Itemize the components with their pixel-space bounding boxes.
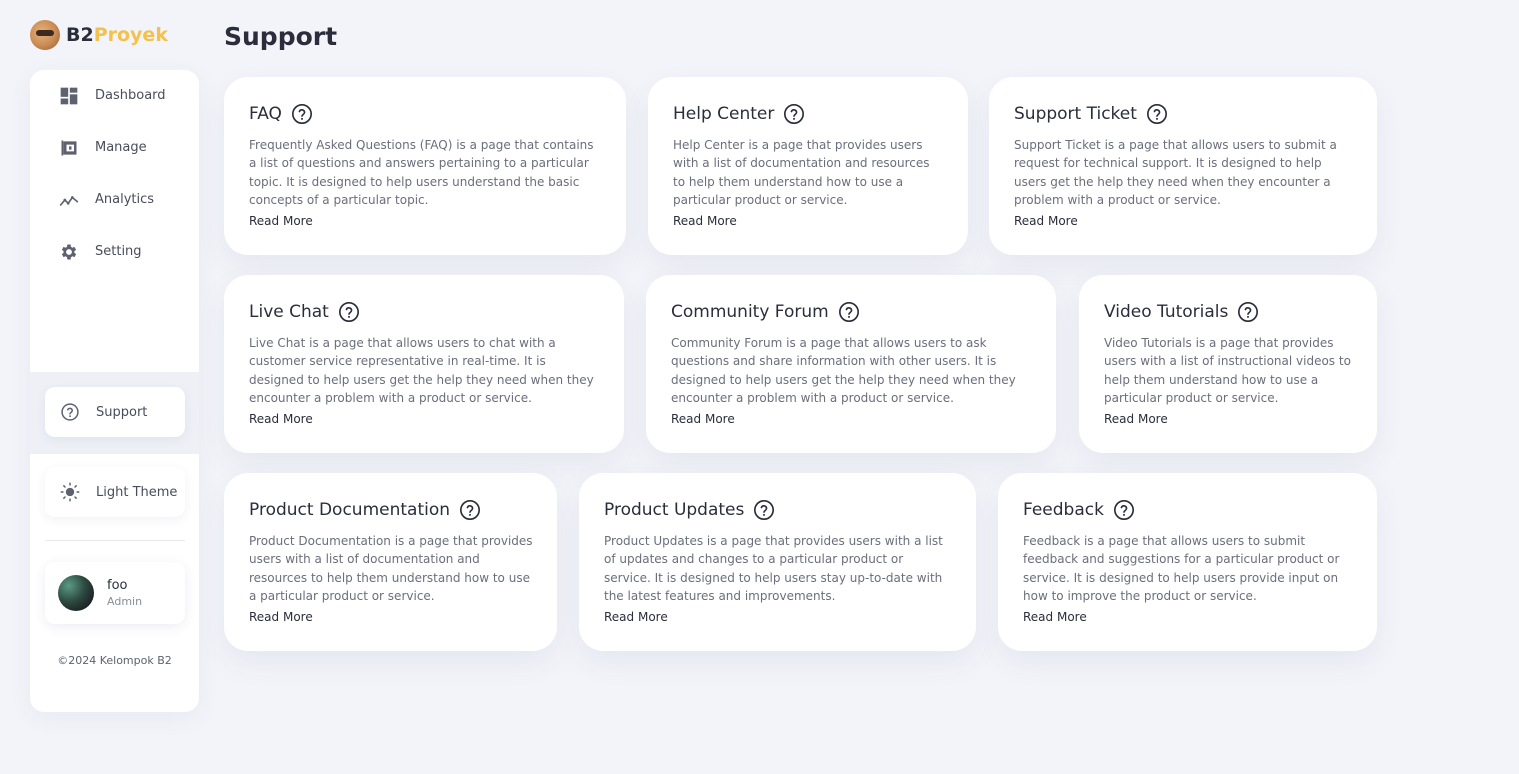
question-circle-icon xyxy=(61,403,79,421)
read-more-link[interactable]: Read More xyxy=(673,212,737,230)
divider xyxy=(45,540,185,541)
card-live-chat: Live Chat Live Chat is a page that allow… xyxy=(224,275,624,453)
analytics-icon xyxy=(58,189,79,210)
card-title: Product Updates xyxy=(604,500,745,520)
sidebar-item-label: Dashboard xyxy=(95,88,166,103)
question-circle-icon[interactable] xyxy=(291,103,313,125)
logo-avatar-icon xyxy=(30,20,60,50)
read-more-link[interactable]: Read More xyxy=(249,608,313,626)
read-more-link[interactable]: Read More xyxy=(604,608,668,626)
read-more-link[interactable]: Read More xyxy=(671,410,735,428)
card-description: Product Updates is a page that provides … xyxy=(604,534,943,604)
sidebar-item-manage[interactable]: Manage xyxy=(58,137,147,158)
theme-label: Light Theme xyxy=(96,484,178,500)
card-title: Product Documentation xyxy=(249,500,451,520)
card-community-forum: Community Forum Community Forum is a pag… xyxy=(646,275,1056,453)
read-more-link[interactable]: Read More xyxy=(1023,608,1087,626)
sidebar-item-label: Analytics xyxy=(95,192,155,207)
avatar xyxy=(58,575,94,611)
read-more-link[interactable]: Read More xyxy=(249,212,313,230)
card-support-ticket: Support Ticket Support Ticket is a page … xyxy=(989,77,1377,255)
card-help-center: Help Center Help Center is a page that p… xyxy=(648,77,968,255)
sidebar-item-analytics[interactable]: Analytics xyxy=(58,189,154,210)
card-feedback: Feedback Feedback is a page that allows … xyxy=(998,473,1377,651)
read-more-link[interactable]: Read More xyxy=(249,410,313,428)
card-title: FAQ xyxy=(249,104,282,124)
brand-logo[interactable]: B2Proyek xyxy=(30,20,168,50)
card-description: Help Center is a page that provides user… xyxy=(673,138,930,208)
card-description: Support Ticket is a page that allows use… xyxy=(1014,138,1337,208)
card-title: Video Tutorials xyxy=(1104,302,1229,322)
card-video-tutorials: Video Tutorials Video Tutorials is a pag… xyxy=(1079,275,1377,453)
wallet-icon xyxy=(58,137,79,158)
question-circle-icon[interactable] xyxy=(838,301,860,323)
card-title: Support Ticket xyxy=(1014,104,1137,124)
card-title: Live Chat xyxy=(249,302,329,322)
sidebar-item-label: Manage xyxy=(95,140,147,155)
brand-name-accent: Proyek xyxy=(93,24,168,46)
support-label: Support xyxy=(96,404,148,420)
copyright: ©2024 Kelompok B2 xyxy=(57,654,172,667)
question-circle-icon[interactable] xyxy=(783,103,805,125)
page-title: Support xyxy=(224,22,338,51)
card-title: Community Forum xyxy=(671,302,829,322)
question-circle-icon[interactable] xyxy=(1237,301,1259,323)
card-description: Feedback is a page that allows users to … xyxy=(1023,534,1340,604)
read-more-link[interactable]: Read More xyxy=(1104,410,1168,428)
card-title: Help Center xyxy=(673,104,775,124)
sidebar-item-setting[interactable]: Setting xyxy=(58,241,142,262)
question-circle-icon[interactable] xyxy=(338,301,360,323)
card-description: Product Documentation is a page that pro… xyxy=(249,534,533,604)
card-description: Community Forum is a page that allows us… xyxy=(671,336,1016,406)
sidebar-item-support[interactable]: Support xyxy=(45,387,185,437)
theme-toggle[interactable]: Light Theme xyxy=(45,467,185,517)
card-title: Feedback xyxy=(1023,500,1104,520)
user-role: Admin xyxy=(107,594,143,608)
question-circle-icon[interactable] xyxy=(1146,103,1168,125)
brand-name: B2Proyek xyxy=(66,24,168,46)
card-product-documentation: Product Documentation Product Documentat… xyxy=(224,473,557,651)
question-circle-icon[interactable] xyxy=(753,499,775,521)
gear-icon xyxy=(58,241,79,262)
card-description: Frequently Asked Questions (FAQ) is a pa… xyxy=(249,138,594,208)
card-description: Live Chat is a page that allows users to… xyxy=(249,336,594,406)
card-description: Video Tutorials is a page that provides … xyxy=(1104,336,1351,406)
card-faq: FAQ Frequently Asked Questions (FAQ) is … xyxy=(224,77,626,255)
card-product-updates: Product Updates Product Updates is a pag… xyxy=(579,473,976,651)
user-profile[interactable]: foo Admin xyxy=(45,562,185,624)
user-name: foo xyxy=(107,577,128,593)
dashboard-icon xyxy=(58,85,79,106)
question-circle-icon[interactable] xyxy=(1113,499,1135,521)
question-circle-icon[interactable] xyxy=(459,499,481,521)
sun-icon xyxy=(60,482,80,502)
sidebar-item-dashboard[interactable]: Dashboard xyxy=(58,85,166,106)
brand-name-primary: B2 xyxy=(66,24,94,46)
sidebar: Dashboard Manage Analytics Setting Suppo… xyxy=(30,70,199,712)
sidebar-item-label: Setting xyxy=(95,244,142,259)
read-more-link[interactable]: Read More xyxy=(1014,212,1078,230)
